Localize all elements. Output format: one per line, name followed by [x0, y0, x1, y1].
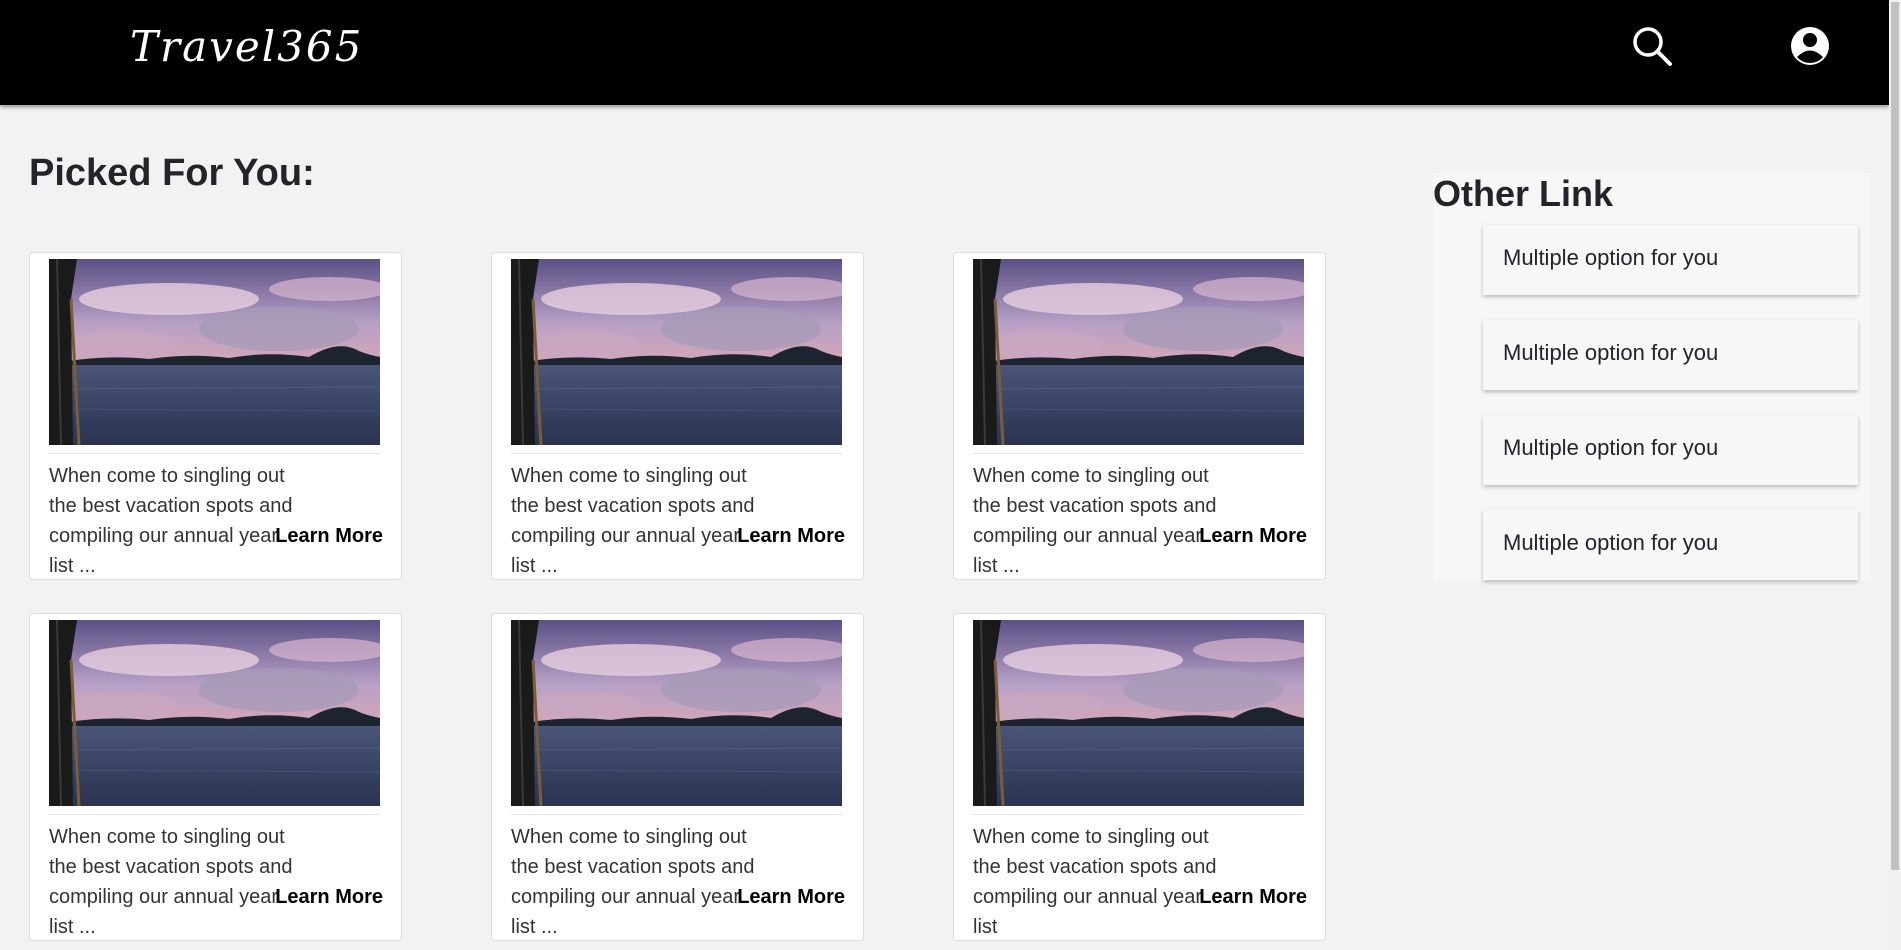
learn-more-link[interactable]: Learn More [1199, 886, 1307, 909]
card-divider [973, 814, 1304, 815]
scrollbar-thumb[interactable] [1891, 2, 1899, 870]
sidebar-link[interactable]: Multiple option for you [1483, 415, 1858, 485]
destination-card: When come to singling out the best vacat… [491, 252, 864, 580]
destination-card: When come to singling out the best vacat… [953, 252, 1326, 580]
learn-more-link[interactable]: Learn More [1199, 525, 1307, 548]
sidebar-link[interactable]: Multiple option for you [1483, 225, 1858, 295]
search-icon[interactable] [1630, 24, 1674, 68]
card-divider [973, 453, 1304, 454]
destination-photo[interactable] [49, 259, 380, 445]
vertical-scrollbar[interactable] [1889, 0, 1901, 950]
top-navbar: Travel365 [0, 0, 1889, 105]
account-circle-icon[interactable] [1788, 24, 1832, 68]
destination-card: When come to singling out the best vacat… [491, 613, 864, 941]
section-title: Picked For You: [29, 152, 315, 194]
destination-card: When come to singling out the best vacat… [29, 252, 402, 580]
card-description: When come to singling out the best vacat… [49, 465, 293, 577]
card-description: When come to singling out the best vacat… [973, 826, 1217, 938]
learn-more-link[interactable]: Learn More [737, 525, 845, 548]
destination-photo[interactable] [49, 620, 380, 806]
card-divider [49, 814, 380, 815]
card-divider [49, 453, 380, 454]
sidebar-title: Other Link [1433, 173, 1614, 214]
card-divider [511, 814, 842, 815]
card-description: When come to singling out the best vacat… [49, 826, 293, 938]
destination-card: When come to singling out the best vacat… [29, 613, 402, 941]
card-description: When come to singling out the best vacat… [511, 465, 755, 577]
destination-photo[interactable] [973, 620, 1304, 806]
card-divider [511, 453, 842, 454]
learn-more-link[interactable]: Learn More [737, 886, 845, 909]
learn-more-link[interactable]: Learn More [275, 886, 383, 909]
card-description: When come to singling out the best vacat… [511, 826, 755, 938]
destination-photo[interactable] [973, 259, 1304, 445]
card-description: When come to singling out the best vacat… [973, 465, 1217, 577]
site-logo[interactable]: Travel365 [130, 22, 363, 71]
destination-photo[interactable] [511, 259, 842, 445]
learn-more-link[interactable]: Learn More [275, 525, 383, 548]
destination-photo[interactable] [511, 620, 842, 806]
destination-card: When come to singling out the best vacat… [953, 613, 1326, 941]
sidebar-other-links: Other Link Multiple option for you Multi… [1433, 173, 1870, 581]
sidebar-link[interactable]: Multiple option for you [1483, 320, 1858, 390]
sidebar-link[interactable]: Multiple option for you [1483, 510, 1858, 580]
